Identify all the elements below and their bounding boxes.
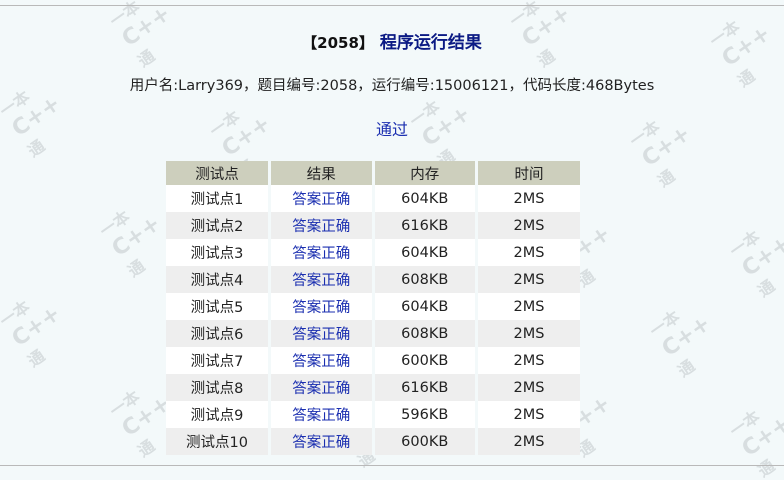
test-point-cell: 测试点1: [166, 185, 271, 212]
table-row: 测试点3 答案正确 604KB 2MS: [166, 239, 580, 266]
watermark-text: 一本: [726, 226, 764, 261]
watermark-text: 一本: [96, 206, 134, 241]
memory-cell: 600KB: [373, 347, 478, 374]
watermark-text: 通: [754, 276, 779, 301]
title-text: 程序运行结果: [379, 33, 482, 53]
time-cell: 2MS: [476, 293, 580, 320]
result-cell: 答案正确: [269, 293, 375, 320]
results-table: 测试点 结果 内存 时间 测试点1 答案正确 604KB 2MS 测试点2 答案正确 616…: [166, 161, 580, 455]
time-cell: 2MS: [476, 347, 580, 374]
memory-cell: 608KB: [373, 320, 478, 347]
watermark-text: C++: [737, 411, 784, 462]
test-point-cell: 测试点7: [166, 347, 271, 374]
time-cell: 2MS: [476, 401, 580, 428]
table-row: 测试点7 答案正确 600KB 2MS: [166, 347, 580, 374]
test-point-cell: 测试点9: [166, 401, 271, 428]
test-point-cell: 测试点6: [166, 320, 271, 347]
table-row: 测试点1 答案正确 604KB 2MS: [166, 185, 580, 212]
watermark-text: 一本: [106, 386, 144, 421]
time-cell: 2MS: [476, 266, 580, 293]
memory-cell: 616KB: [373, 212, 478, 239]
memory-cell: 604KB: [373, 185, 478, 212]
test-point-cell: 测试点8: [166, 374, 271, 401]
watermark-text: 一本: [0, 296, 34, 331]
result-cell: 答案正确: [269, 347, 375, 374]
status-badge: 通过: [375, 120, 408, 139]
watermark-text: 通: [654, 166, 679, 191]
result-cell: 答案正确: [269, 212, 375, 239]
watermark-mark: 一本C++通: [724, 211, 784, 301]
test-point-cell: 测试点3: [166, 239, 271, 266]
table-row: 测试点8 答案正确 616KB 2MS: [166, 374, 580, 401]
problem-id[interactable]: 【2058】: [302, 34, 374, 52]
watermark-mark: 一本C++通: [624, 101, 709, 191]
watermark-text: 通: [754, 456, 779, 480]
watermark-mark: 一本C++通: [644, 291, 729, 381]
test-point-cell: 测试点2: [166, 212, 271, 239]
time-cell: 2MS: [476, 185, 580, 212]
table-row: 测试点2 答案正确 616KB 2MS: [166, 212, 580, 239]
result-cell: 答案正确: [269, 185, 375, 212]
column-header-result: 结果: [269, 161, 375, 185]
table-row: 测试点10 答案正确 600KB 2MS: [166, 428, 580, 455]
page-title: 【2058】 程序运行结果: [0, 28, 784, 53]
table-header-row: 测试点 结果 内存 时间: [166, 161, 580, 185]
table-row: 测试点4 答案正确 608KB 2MS: [166, 266, 580, 293]
result-cell: 答案正确: [269, 320, 375, 347]
table-row: 测试点6 答案正确 608KB 2MS: [166, 320, 580, 347]
submission-meta: 用户名:Larry369，题目编号:2058，运行编号:15006121，代码长…: [129, 78, 655, 94]
watermark-text: C++: [7, 301, 66, 352]
result-cell: 答案正确: [269, 239, 375, 266]
memory-cell: 596KB: [373, 401, 478, 428]
table-row: 测试点9 答案正确 596KB 2MS: [166, 401, 580, 428]
memory-cell: 604KB: [373, 293, 478, 320]
bottom-divider: [0, 465, 784, 466]
watermark-text: 通: [24, 346, 49, 371]
time-cell: 2MS: [476, 428, 580, 455]
result-cell: 答案正确: [269, 266, 375, 293]
table-row: 测试点5 答案正确 604KB 2MS: [166, 293, 580, 320]
memory-cell: 600KB: [373, 428, 478, 455]
memory-cell: 604KB: [373, 239, 478, 266]
watermark-text: 通: [574, 436, 599, 461]
memory-cell: 616KB: [373, 374, 478, 401]
top-divider: [0, 5, 784, 6]
test-point-cell: 测试点4: [166, 266, 271, 293]
watermark-text: 通: [574, 266, 599, 291]
memory-cell: 608KB: [373, 266, 478, 293]
time-cell: 2MS: [476, 212, 580, 239]
column-header-memory: 内存: [373, 161, 478, 185]
time-cell: 2MS: [476, 239, 580, 266]
result-cell: 答案正确: [269, 401, 375, 428]
watermark-text: C++: [107, 211, 166, 262]
time-cell: 2MS: [476, 320, 580, 347]
column-header-point: 测试点: [166, 161, 271, 185]
watermark-text: C++: [657, 311, 716, 362]
watermark-text: 一本: [646, 306, 684, 341]
test-point-cell: 测试点10: [166, 428, 271, 455]
watermark-text: 一本: [726, 406, 764, 441]
test-point-cell: 测试点5: [166, 293, 271, 320]
watermark-text: C++: [737, 231, 784, 282]
watermark-text: 通: [674, 356, 699, 381]
watermark-mark: 一本C++通: [0, 281, 79, 371]
result-cell: 答案正确: [269, 428, 375, 455]
result-cell: 答案正确: [269, 374, 375, 401]
results-body: 测试点1 答案正确 604KB 2MS 测试点2 答案正确 616KB 2MS 测试点3 答案正确…: [166, 185, 580, 455]
watermark-mark: 一本C++通: [724, 391, 784, 480]
time-cell: 2MS: [476, 374, 580, 401]
column-header-time: 时间: [476, 161, 580, 185]
